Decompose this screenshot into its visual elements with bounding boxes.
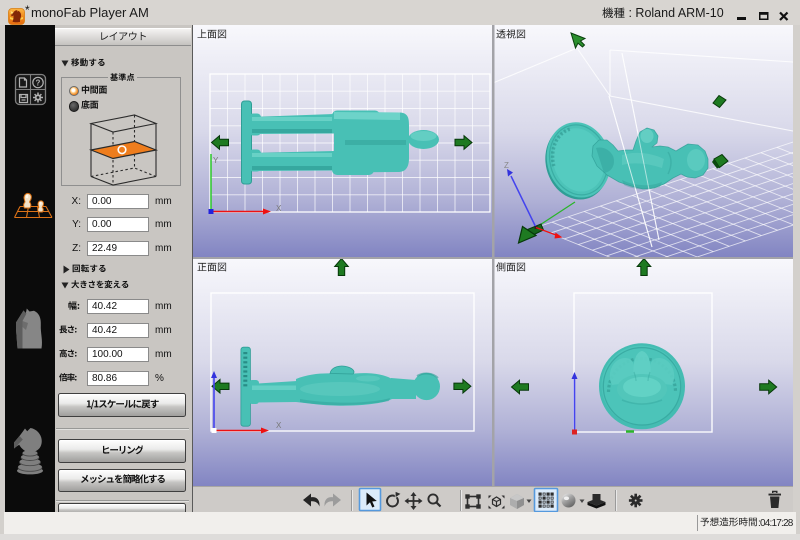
svg-text:Y: Y: [213, 156, 219, 165]
svg-text:X: X: [276, 421, 282, 430]
svg-text:X: X: [276, 204, 282, 213]
svg-text:?: ?: [36, 79, 41, 88]
svg-text:Z: Z: [504, 161, 509, 170]
